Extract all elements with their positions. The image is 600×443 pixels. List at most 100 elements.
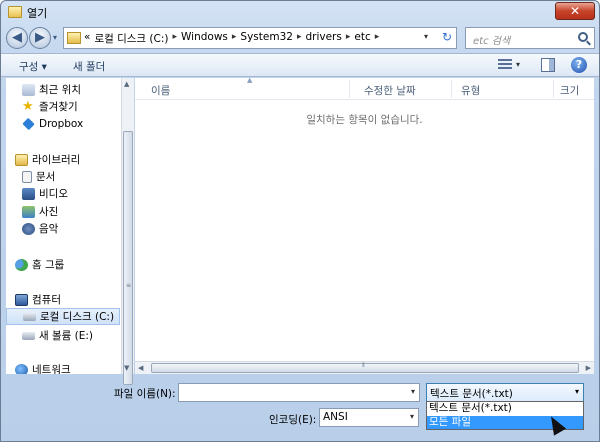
picture-icon [22,205,35,218]
sidebar-item-volume-e[interactable]: 새 볼륨 (E:) [22,327,93,344]
column-divider[interactable] [451,80,452,98]
homegroup-icon [15,258,28,271]
breadcrumb: « 로컬 디스크 (C:) ▸ Windows ▸ System32 ▸ dri… [84,31,379,46]
scrollbar-thumb[interactable]: ⦀ [151,362,579,373]
empty-message: 일치하는 항목이 없습니다. [306,114,423,126]
dropbox-icon [22,117,35,130]
chevron-right-icon[interactable]: ▸ [375,31,380,46]
column-divider[interactable] [349,80,350,98]
sidebar-item-label: 컴퓨터 [32,294,61,306]
sidebar-item-favorites[interactable]: ★ 즐겨찾기 [22,98,78,115]
search-field[interactable]: etc 검색 [465,27,595,49]
forward-button[interactable]: ▶ [29,27,51,49]
new-folder-button[interactable]: 새 폴더 [73,59,105,74]
file-list: ▲ 이름 수정한 날짜 유형 크기 일치하는 항목이 없습니다. [135,76,594,374]
chevron-down-icon[interactable]: ▾ [410,412,414,421]
sidebar-item-label: 네트워크 [32,364,71,374]
sort-ascending-icon: ▲ [247,76,253,84]
video-icon [22,187,35,200]
chevron-down-icon[interactable]: ▾ [424,32,428,41]
document-icon [22,170,32,183]
sidebar-item-label: 즐겨찾기 [39,101,78,113]
sidebar-item-documents[interactable]: 문서 [22,168,55,185]
window-title: 열기 [27,7,48,20]
scroll-up-icon[interactable]: ▲ [124,80,129,88]
filename-label: 파일 이름(N): [114,388,176,400]
breadcrumb-overflow[interactable]: « [84,31,90,46]
back-button[interactable]: ◀ [6,27,28,49]
column-name[interactable]: 이름 [151,83,170,98]
sidebar-item-label: 최근 위치 [39,84,81,96]
sidebar-item-computer[interactable]: 컴퓨터 [15,291,61,308]
folder-icon [67,32,81,44]
encoding-label: 인코딩(E): [269,414,317,426]
sidebar-item-local-disk-c[interactable]: 로컬 디스크 (C:) [6,308,120,325]
drive-icon [23,312,36,321]
sidebar-item-label: 라이브러리 [32,154,81,166]
sidebar-item-music[interactable]: 음악 [22,220,58,237]
history-dropdown-icon[interactable]: ▾ [53,33,57,42]
chevron-down-icon[interactable]: ▾ [516,60,520,69]
open-dialog: 열기 ✕ ◀ ▶ ▾ « 로컬 디스크 (C:) ▸ Windows ▸ Sys… [0,0,600,442]
encoding-select[interactable]: ANSI ▾ [319,408,419,427]
scroll-down-icon[interactable]: ▼ [124,364,129,372]
column-size[interactable]: 크기 [560,83,579,98]
sidebar-item-homegroup[interactable]: 홈 그룹 [15,256,64,273]
column-divider[interactable] [553,80,554,98]
sidebar-item-libraries[interactable]: 라이브러리 [15,151,80,168]
sidebar-item-pictures[interactable]: 사진 [22,203,58,220]
breadcrumb-item[interactable]: System32 [240,31,293,46]
folder-icon [8,6,22,18]
sidebar-item-dropbox[interactable]: Dropbox [22,115,83,132]
refresh-icon[interactable]: ↻ [442,30,452,44]
breadcrumb-item[interactable]: Windows [181,31,228,46]
column-type[interactable]: 유형 [461,83,480,98]
filename-input[interactable]: ▾ [178,383,420,402]
library-icon [15,153,28,166]
encoding-value: ANSI [323,411,348,423]
sidebar-scrollbar[interactable]: ▲ ≡ ▼ [121,78,134,385]
organize-button[interactable]: 구성 ▾ [19,59,47,74]
sidebar-item-label: 홈 그룹 [32,259,65,271]
music-icon [22,222,35,235]
search-icon[interactable] [578,32,588,42]
column-date-modified[interactable]: 수정한 날짜 [364,83,416,98]
sidebar-item-network[interactable]: 네트워크 [15,361,71,374]
chevron-right-icon[interactable]: ▸ [172,31,177,46]
address-bar[interactable]: « 로컬 디스크 (C:) ▸ Windows ▸ System32 ▸ dri… [63,27,457,49]
recent-places-icon [22,83,35,96]
scroll-right-icon[interactable]: ▶ [586,364,591,372]
sidebar-item-label: 로컬 디스크 (C:) [40,311,115,323]
star-icon: ★ [22,98,34,114]
scrollbar-thumb[interactable]: ≡ [123,131,133,385]
sidebar-item-label: 사진 [39,206,59,218]
filetype-value: 텍스트 문서(*.txt) [430,388,513,400]
chevron-down-icon[interactable]: ▾ [575,387,579,396]
dialog-footer: 파일 이름(N): ▾ 텍스트 문서(*.txt) ▾ 텍스트 문서(*.txt… [1,375,599,443]
preview-pane-icon[interactable] [541,58,555,72]
scroll-left-icon[interactable]: ◀ [138,364,143,372]
sidebar-item-label: Dropbox [39,117,84,130]
sidebar-item-label: 비디오 [39,188,68,200]
sidebar-item-recent-places[interactable]: 최근 위치 [22,81,81,98]
chevron-right-icon[interactable]: ▸ [346,31,351,46]
navigation-pane: 최근 위치 ★ 즐겨찾기 Dropbox 라이브러리 문서 비디오 사진 음악 [6,78,121,374]
breadcrumb-item[interactable]: drivers [305,31,341,46]
breadcrumb-item[interactable]: etc [354,31,370,46]
view-options-icon[interactable] [498,59,512,71]
sidebar-item-videos[interactable]: 비디오 [22,185,68,202]
sidebar-item-label: 음악 [39,223,59,235]
help-button[interactable]: ? [571,57,587,73]
breadcrumb-item[interactable]: 로컬 디스크 (C:) [94,31,168,46]
drive-icon [22,331,35,340]
computer-icon [15,293,28,306]
chevron-right-icon[interactable]: ▸ [297,31,302,46]
close-button[interactable]: ✕ [555,2,595,20]
filetype-select[interactable]: 텍스트 문서(*.txt) ▾ [426,383,584,402]
filetype-option[interactable]: 텍스트 문서(*.txt) [427,402,583,415]
chevron-right-icon[interactable]: ▸ [232,31,237,46]
sidebar-item-label: 문서 [36,171,56,183]
file-list-scrollbar[interactable]: ◀ ⦀ ▶ [135,361,594,374]
chevron-down-icon[interactable]: ▾ [411,387,415,396]
search-input[interactable]: etc 검색 [473,32,510,47]
